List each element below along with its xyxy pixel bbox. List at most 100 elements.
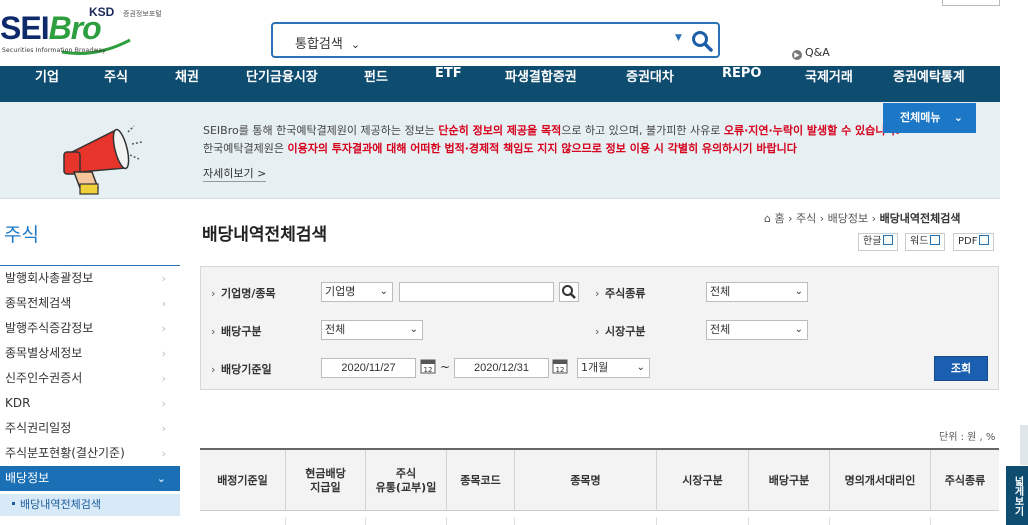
chevron-right-icon: ›: [161, 372, 166, 385]
sidebar-item-label: 주식권리일정: [5, 421, 72, 435]
column-header-stock-issue-date[interactable]: 주식 유통(교부)일: [366, 450, 447, 511]
sidebar-subitem-dividend-all-search[interactable]: 배당내역전체검색: [0, 494, 180, 516]
page-scrollbar[interactable]: [1020, 425, 1028, 465]
sidebar-item-distribution-status[interactable]: 주식분포현황(결산기준) ›: [0, 441, 180, 466]
notice-line-1-c: 으로 하고 있으며, 불가피한 사유로: [561, 124, 724, 137]
column-header-cash-pay-date[interactable]: 현금배당 지급일: [286, 450, 366, 511]
column-header-dividend-type[interactable]: 배당구분: [749, 450, 830, 511]
nav-item-derivative-linked-securities[interactable]: 파생결합증권: [505, 66, 577, 102]
export-word-button[interactable]: 워드: [905, 233, 946, 251]
company-search-button[interactable]: [559, 282, 579, 302]
search-history-toggle-icon[interactable]: ▼: [675, 33, 682, 43]
column-header-stock-kind[interactable]: 주식종류: [931, 450, 999, 511]
breadcrumb-home[interactable]: 홈: [774, 212, 784, 225]
sidebar-item-rights-schedule[interactable]: 주식권리일정 ›: [0, 416, 180, 441]
chevron-down-icon: ⌄: [156, 472, 166, 485]
notice-banner: SEIBro를 통해 한국예탁결제원이 제공하는 정보는 단순히 정보의 제공을…: [0, 102, 1000, 199]
record-date-label: 배당기준일: [211, 361, 272, 377]
breadcrumb: ⌂ 홈 › 주식 › 배당정보 › 배당내역전체검색: [764, 210, 961, 226]
column-header-stock-code[interactable]: 종목코드: [447, 450, 515, 511]
stock-kind-select[interactable]: 전체 ⌄: [706, 282, 808, 302]
result-table-header: 배정기준일 현금배당 지급일 주식 유통(교부)일 종목코드 종목명 시장구분 …: [200, 450, 999, 511]
sidebar-item-label: 종목별상세정보: [5, 346, 83, 360]
sidebar-item-share-change[interactable]: 발행주식증감정보 ›: [0, 316, 180, 341]
sidebar-item-warrant-certificate[interactable]: 신주인수권증서 ›: [0, 366, 180, 391]
breadcrumb-separator: ›: [788, 212, 793, 225]
wide-view-tab[interactable]: 넓게보기: [1006, 466, 1028, 525]
column-header-market[interactable]: 시장구분: [657, 450, 749, 511]
company-filter-label: 기업명/종목: [211, 285, 276, 301]
search-icon[interactable]: [691, 30, 713, 52]
stock-kind-value: 전체: [710, 285, 731, 298]
nav-item-securities-lending[interactable]: 증권대차: [626, 66, 674, 102]
company-search-input[interactable]: [399, 282, 554, 302]
company-type-select[interactable]: 기업명 ⌄: [321, 282, 393, 302]
sidebar-item-stock-detail[interactable]: 종목별상세정보 ›: [0, 341, 180, 366]
notice-more-link[interactable]: 자세히보기 >: [203, 165, 267, 182]
sidebar-item-issuer-overview[interactable]: 발행회사총괄정보 ›: [0, 266, 180, 291]
top-right-tab[interactable]: [942, 0, 1000, 6]
search-submit-button[interactable]: 조회: [934, 356, 988, 381]
export-hwp-button[interactable]: 한글: [858, 233, 899, 251]
chevron-down-icon: ⌄: [636, 362, 645, 373]
all-menu-button[interactable]: 전체메뉴 ⌄: [883, 103, 976, 133]
sidebar-title: 주식: [4, 224, 39, 246]
period-select[interactable]: 1개월 ⌄: [577, 358, 650, 378]
chevron-right-icon: ›: [161, 447, 166, 460]
nav-item-international[interactable]: 국제거래: [805, 66, 853, 102]
chevron-right-icon: ›: [161, 422, 166, 435]
breadcrumb-dividend[interactable]: 배당정보: [828, 212, 868, 225]
notice-line-2-b: 이용자의 투자결과에 대해 어떠한 법적·경제적 책임도 지지 않으므로 정보 …: [287, 142, 797, 155]
qa-label: Q&A: [805, 46, 830, 59]
column-header-transfer-agent[interactable]: 명의개서대리인: [830, 450, 931, 511]
search-filter-panel: 기업명/종목 기업명 ⌄ 주식종류 전체 ⌄ 배당구분 전체 ⌄ 시장구분 전체 ⌄ 배…: [200, 266, 999, 390]
sidebar-menu: 발행회사총괄정보 › 종목전체검색 › 발행주식증감정보 › 종목별상세정보 › 신주인…: [0, 266, 180, 516]
seibro-logo[interactable]: KSD 증권정보포털 SEIBro Securities Information…: [0, 4, 172, 60]
chevron-down-icon: ⌄: [409, 324, 418, 335]
breadcrumb-stock[interactable]: 주식: [796, 212, 816, 225]
export-pdf-label: PDF: [958, 236, 978, 247]
nav-item-repo[interactable]: REPO: [722, 66, 761, 102]
date-from-input[interactable]: [321, 358, 416, 378]
hwp-icon: [883, 235, 894, 245]
sidebar-item-label: 신주인수권증서: [5, 371, 83, 385]
breadcrumb-current: 배당내역전체검색: [879, 212, 961, 225]
megaphone-icon: [63, 125, 143, 195]
market-select[interactable]: 전체 ⌄: [706, 320, 808, 340]
column-header-record-date[interactable]: 배정기준일: [200, 450, 286, 511]
sidebar-item-all-stock-search[interactable]: 종목전체검색 ›: [0, 291, 180, 316]
site-header: KSD 증권정보포털 SEIBro Securities Information…: [0, 0, 1028, 66]
nav-item-short-term-money-market[interactable]: 단기금융시장: [246, 66, 318, 102]
table-cell: [286, 517, 366, 525]
column-header-stock-name[interactable]: 종목명: [515, 450, 657, 511]
nav-item-etf[interactable]: ETF: [435, 66, 462, 102]
nav-item-deposit-statistics[interactable]: 증권예탁통계: [893, 66, 965, 102]
chevron-down-icon: ⌄: [379, 286, 388, 297]
table-row[interactable]: [200, 511, 999, 525]
nav-item-stock[interactable]: 주식: [104, 66, 128, 102]
calendar-icon[interactable]: 12: [552, 358, 568, 374]
svg-text:12: 12: [424, 366, 433, 374]
home-icon[interactable]: ⌂: [764, 212, 771, 225]
sidebar-item-kdr[interactable]: KDR ›: [0, 391, 180, 416]
calendar-icon[interactable]: 12: [420, 358, 436, 374]
nav-item-bond[interactable]: 채권: [175, 66, 199, 102]
nav-item-company[interactable]: 기업: [35, 66, 59, 102]
search-input[interactable]: [383, 29, 663, 51]
sidebar-item-dividend-info[interactable]: 배당정보 ⌄: [0, 466, 180, 491]
table-cell: [515, 517, 657, 525]
notice-line-2-a: 한국예탁결제원은: [203, 142, 288, 155]
breadcrumb-separator: ›: [819, 212, 825, 225]
search-type-select[interactable]: 통합검색 ⌄: [295, 33, 360, 52]
bullet-icon: [12, 502, 15, 505]
sidebar-item-label: 종목전체검색: [5, 296, 72, 310]
export-pdf-button[interactable]: PDF: [953, 233, 995, 251]
logo-tagline: Securities Information Broadway: [2, 47, 107, 54]
date-to-input[interactable]: [454, 358, 549, 378]
ksd-logo-subtext: 증권정보포털: [123, 10, 162, 18]
chevron-down-icon: ⌄: [794, 324, 803, 335]
chevron-down-icon: ⌄: [953, 111, 963, 124]
qa-link[interactable]: ▶ Q&A: [792, 46, 830, 60]
nav-item-fund[interactable]: 펀드: [364, 66, 388, 102]
dividend-type-select[interactable]: 전체 ⌄: [321, 320, 423, 340]
